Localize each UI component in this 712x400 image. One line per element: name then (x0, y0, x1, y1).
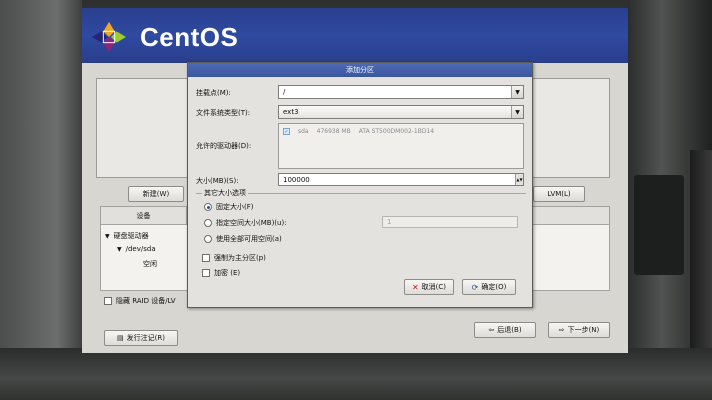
monitor-left-bezel (0, 0, 82, 400)
dropdown-arrow-icon[interactable]: ▼ (511, 86, 523, 98)
allowed-drives-label: 允许的驱动器(D): (196, 142, 252, 150)
back-label: 后退(B) (497, 326, 522, 334)
next-label: 下一步(N) (567, 326, 600, 334)
spin-arrows-icon[interactable]: ▲▼ (515, 174, 523, 185)
monitor-bottom-bezel (0, 348, 712, 400)
radio-icon[interactable] (204, 219, 212, 227)
other-size-options-group: 其它大小选项 固定大小(F) 指定空间大小(MB)(u): 1 使用全部可用空间… (196, 188, 526, 251)
ok-icon: ⟳ (471, 282, 479, 292)
header-banner: CentOS (82, 8, 628, 63)
drive-model: ATA ST500DM002-1BD14 (358, 128, 435, 135)
radio-label: 使用全部可用空间(a) (216, 235, 282, 243)
ok-button[interactable]: ⟳ 确定(O) (462, 279, 516, 295)
radio-fill-all[interactable]: 使用全部可用空间(a) (204, 234, 282, 244)
group-title: 其它大小选项 (202, 188, 248, 198)
radio-fill-up-to[interactable]: 指定空间大小(MB)(u): (204, 218, 287, 228)
max-size-input[interactable]: 1 (382, 216, 518, 228)
device-column-header[interactable]: 设备 (101, 207, 187, 225)
back-button[interactable]: ⇦ 后退(B) (474, 322, 536, 338)
drive-size: 476938 MB (316, 128, 351, 135)
force-primary-checkbox-row[interactable]: 强制为主分区(p) (202, 253, 266, 263)
back-arrow-icon: ⇦ (488, 326, 495, 334)
tree-item-hard-drives[interactable]: ▼ 硬盘驱动器 (105, 231, 149, 241)
logo-text: CentOS (140, 22, 239, 52)
partition-graph-left (96, 78, 188, 178)
tree-item-sda[interactable]: ▼/dev/sda (117, 245, 156, 253)
next-button[interactable]: ⇨ 下一步(N) (548, 322, 610, 338)
lvm-button[interactable]: LVM(L) (533, 186, 585, 202)
tree-item-label: 硬盘驱动器 (113, 232, 149, 240)
radio-fixed-size[interactable]: 固定大小(F) (204, 202, 254, 212)
partition-graph-right (530, 78, 610, 178)
max-size-value: 1 (387, 218, 392, 226)
mount-point-label: 挂载点(M): (196, 89, 231, 97)
tree-item-label: /dev/sda (125, 245, 156, 253)
fs-type-value: ext3 (283, 108, 299, 116)
next-arrow-icon: ⇨ (558, 326, 565, 334)
size-value: 100000 (283, 175, 310, 184)
force-primary-checkbox[interactable] (202, 254, 210, 262)
radio-icon[interactable] (204, 235, 212, 243)
size-label: 大小(MB)(S): (196, 177, 239, 185)
drive-row-sda[interactable]: ✓ sda 476938 MB ATA ST500DM002-1BD14 (283, 128, 434, 135)
centos-logo-icon (92, 21, 126, 53)
encrypt-checkbox-row[interactable]: 加密 (E) (202, 268, 240, 278)
encrypt-label: 加密 (E) (214, 269, 241, 277)
size-input[interactable]: 100000 ▲▼ (278, 173, 524, 186)
new-partition-button[interactable]: 新建(W) (128, 186, 184, 202)
radio-selected-icon[interactable] (204, 203, 212, 211)
allowed-drives-list[interactable]: ✓ sda 476938 MB ATA ST500DM002-1BD14 (278, 123, 524, 169)
fs-type-select[interactable]: ext3 ▼ (278, 105, 524, 119)
close-icon: ✕ (411, 282, 419, 292)
cancel-label: 取消(C) (421, 283, 447, 291)
release-notes-label: 发行注记(R) (126, 334, 165, 342)
notes-icon: ▤ (117, 334, 124, 342)
radio-label: 指定空间大小(MB)(u): (216, 219, 287, 227)
encrypt-checkbox[interactable] (202, 269, 210, 277)
hide-raid-checkbox-row[interactable]: 隐藏 RAID 设备/LV (104, 296, 176, 306)
expand-triangle-icon[interactable]: ▼ (117, 246, 122, 253)
expand-triangle-icon[interactable]: ▼ (105, 233, 110, 240)
add-partition-dialog: 添加分区 挂载点(M): / ▼ 文件系统类型(T): ext3 ▼ 允许的驱动… (187, 62, 533, 308)
hide-raid-checkbox[interactable] (104, 297, 112, 305)
dropdown-arrow-icon[interactable]: ▼ (511, 106, 523, 118)
drive-checkbox[interactable]: ✓ (283, 128, 290, 135)
drive-name: sda (298, 128, 309, 135)
hide-raid-label: 隐藏 RAID 设备/LV (116, 297, 176, 305)
mount-point-combo[interactable]: / ▼ (278, 85, 524, 99)
force-primary-label: 强制为主分区(p) (214, 254, 266, 262)
ok-label: 确定(O) (481, 283, 507, 291)
cancel-button[interactable]: ✕ 取消(C) (404, 279, 454, 295)
background-object (634, 175, 684, 275)
tree-item-free-space[interactable]: 空闲 (143, 259, 157, 269)
release-notes-button[interactable]: ▤ 发行注记(R) (104, 330, 178, 346)
radio-label: 固定大小(F) (216, 203, 254, 211)
mount-point-value: / (283, 88, 286, 96)
fs-type-label: 文件系统类型(T): (196, 109, 251, 117)
dialog-title: 添加分区 (188, 63, 532, 77)
